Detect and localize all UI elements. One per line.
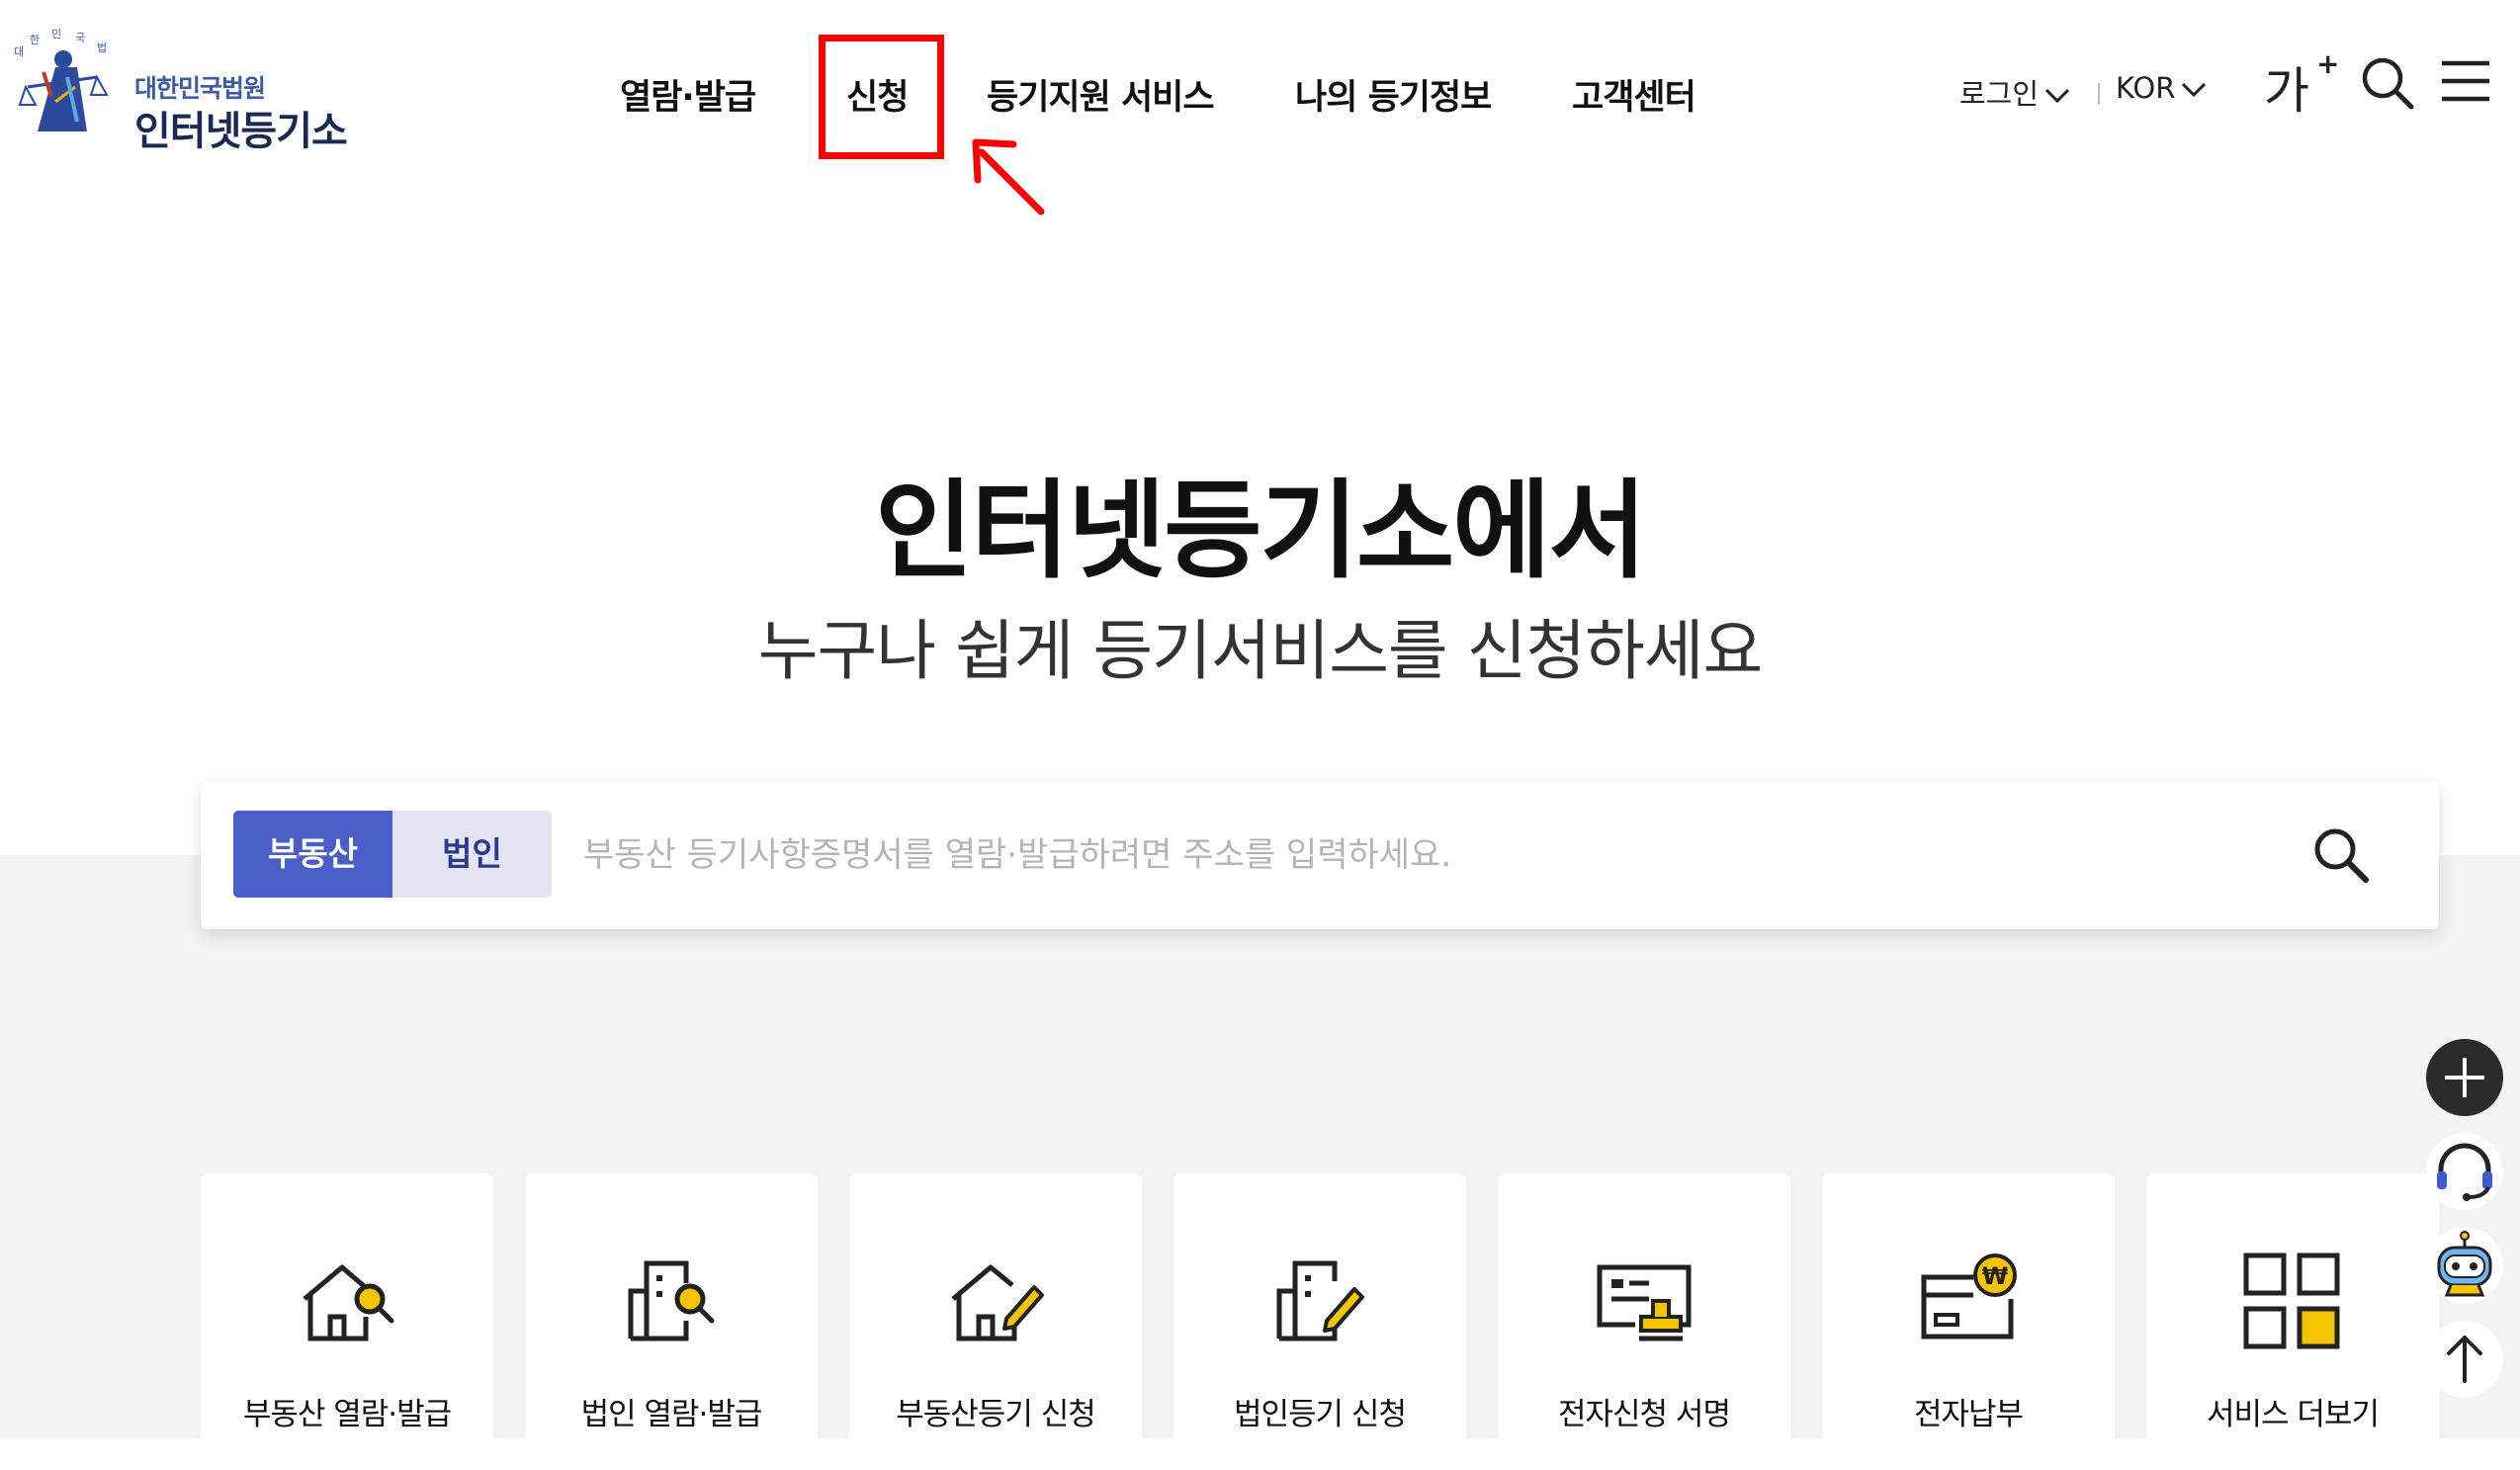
service-card-corporation-view[interactable]: 법인 열람·발급 [525,1173,818,1470]
highlight-box [819,35,944,159]
language-menu[interactable]: KOR [2116,71,2207,105]
svg-text:국: 국 [75,32,85,44]
service-card-e-payment[interactable]: ₩ 전자납부 [1822,1173,2115,1470]
card-label: 전자신청 서명 [1558,1397,1731,1432]
service-card-corporation-apply[interactable]: 법인등기 신청 [1173,1173,1466,1470]
building-pen-icon [1276,1260,1364,1341]
search-submit-icon[interactable] [2306,821,2376,890]
house-pen-icon [951,1264,1044,1341]
svg-text:대: 대 [14,45,24,58]
svg-text:법: 법 [97,42,107,54]
font-size-plus: + [2316,47,2340,80]
quick-menu-plus-button[interactable] [2425,1038,2504,1117]
search-panel: 부동산 법인 [201,781,2439,929]
tab-real-estate[interactable]: 부동산 [233,811,392,898]
court-emblem-icon: 대 한 민 국 법 [14,28,109,131]
nav-support-services[interactable]: 등기지원 서비스 [987,69,1215,120]
chatbot-robot-icon[interactable] [2425,1226,2504,1305]
chevron-down-icon [2044,88,2070,104]
card-label: 법인 열람·발급 [580,1397,763,1432]
search-icon[interactable] [2360,55,2415,111]
tab-corporation[interactable]: 법인 [392,811,552,898]
font-size-button[interactable]: 가 [2264,51,2309,123]
service-card-more[interactable]: 서비스 더보기 [2146,1173,2439,1470]
pointer-arrow-icon [972,138,1045,216]
service-card-real-estate-apply[interactable]: 부동산등기 신청 [849,1173,1142,1470]
address-search-input[interactable] [581,811,2414,900]
chevron-down-icon [2182,82,2207,98]
house-search-icon [303,1264,394,1341]
menu-icon[interactable] [2440,59,2491,103]
card-label: 부동산 열람·발급 [242,1397,452,1432]
scroll-top-arrow-icon[interactable] [2425,1320,2504,1399]
logo-title: 인터넷등기소 [134,109,348,154]
login-label: 로그인 [1959,77,2040,111]
nav-customer-center[interactable]: 고객센터 [1572,69,1696,120]
card-label: 전자납부 [1913,1397,2024,1432]
login-menu[interactable]: 로그인 [1959,71,2070,113]
language-label: KOR [2116,71,2176,105]
hero-subtitle: 누구나 쉽게 등기서비스를 신청하세요 [757,613,1763,689]
grid-more-icon [2243,1253,2340,1349]
card-label: 법인등기 신청 [1234,1397,1407,1432]
wallet-won-icon: ₩ [1921,1254,2017,1340]
nav-my-registry-info[interactable]: 나의 등기정보 [1295,69,1492,120]
divider [2098,83,2100,105]
card-label: 서비스 더보기 [2207,1397,2380,1432]
svg-text:₩: ₩ [1982,1262,2009,1290]
hero-title: 인터넷등기소에서 [875,470,1647,593]
building-search-icon [628,1260,715,1341]
svg-text:민: 민 [51,28,61,41]
document-stamp-icon [1597,1264,1692,1341]
nav-view-issue[interactable]: 열람·발급 [620,69,756,120]
headset-support-icon[interactable] [2425,1132,2504,1211]
service-card-e-sign[interactable]: 전자신청 서명 [1498,1173,1790,1470]
card-label: 부동산등기 신청 [896,1397,1096,1432]
svg-text:한: 한 [30,34,40,46]
service-card-real-estate-view[interactable]: 부동산 열람·발급 [201,1173,493,1470]
court-logo[interactable]: 대 한 민 국 법 대한민국법원 인터넷등기소 [8,28,364,154]
